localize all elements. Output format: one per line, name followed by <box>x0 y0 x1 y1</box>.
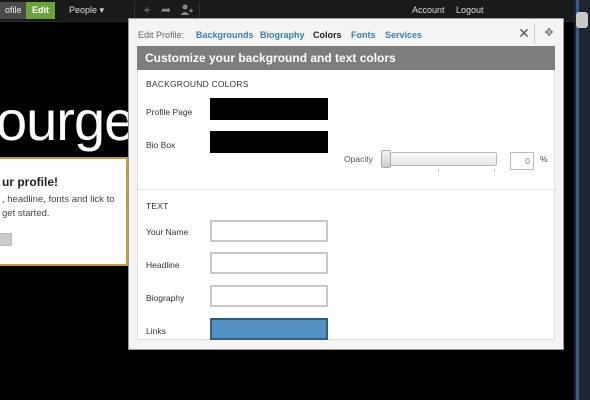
biography-label: Biography <box>146 293 185 303</box>
opacity-input[interactable]: 0 <box>510 152 534 170</box>
colors-panel: BACKGROUND COLORS Profile Page Bio Box O… <box>137 70 556 340</box>
tab-backgrounds[interactable]: Backgrounds <box>196 30 254 40</box>
move-icon[interactable]: ✥ <box>543 27 555 39</box>
callout-text: , headline, fonts and lick to get starte… <box>2 194 115 219</box>
add-user-icon[interactable] <box>179 3 193 17</box>
profile-page-color-swatch[interactable] <box>210 98 328 120</box>
bio-box-color-swatch[interactable] <box>210 131 328 153</box>
share-arrow-icon[interactable]: ➦ <box>159 3 173 17</box>
account-link[interactable]: Account <box>412 5 445 15</box>
text-heading: TEXT <box>146 201 169 211</box>
links-color-swatch[interactable] <box>210 318 328 340</box>
background-colors-heading: BACKGROUND COLORS <box>146 79 249 89</box>
logout-link[interactable]: Logout <box>456 5 484 15</box>
page-root: ofile Edit People ▾ + ➦ Account Logout o… <box>0 0 590 400</box>
plus-icon[interactable]: + <box>140 3 154 17</box>
callout-title: ur profile! <box>2 175 58 189</box>
slider-tick <box>438 169 439 172</box>
people-menu[interactable]: People ▾ <box>69 5 104 16</box>
edit-button[interactable]: Edit <box>26 2 55 19</box>
biography-color-swatch[interactable] <box>210 285 328 307</box>
callout-button[interactable] <box>0 233 12 246</box>
modal-tab-bar: Edit Profile: Backgrounds Biography Colo… <box>129 19 563 47</box>
headline-label: Headline <box>146 260 180 270</box>
bio-box-label: Bio Box <box>146 140 176 150</box>
opacity-label: Opacity <box>344 154 373 164</box>
your-name-color-swatch[interactable] <box>210 220 328 242</box>
tab-services[interactable]: Services <box>385 30 422 40</box>
slider-tick <box>494 169 495 172</box>
opacity-slider-handle[interactable] <box>381 150 391 168</box>
profile-headline: ourge <box>0 89 135 152</box>
modal-banner: Customize your background and text color… <box>137 46 555 70</box>
profile-nav-button[interactable]: ofile <box>0 2 27 19</box>
profile-page-label: Profile Page <box>146 107 193 117</box>
edit-profile-label: Edit Profile: <box>138 30 185 40</box>
headline-color-swatch[interactable] <box>210 252 328 274</box>
tab-colors[interactable]: Colors <box>313 30 342 40</box>
section-divider <box>138 189 556 190</box>
percent-sign: % <box>540 154 548 164</box>
getting-started-callout: ur profile! , headline, fonts and lick t… <box>0 157 128 266</box>
close-icon[interactable]: ✕ <box>518 26 530 40</box>
links-label: Links <box>146 326 166 336</box>
scrollbar-track[interactable] <box>576 0 579 400</box>
tab-fonts[interactable]: Fonts <box>351 30 376 40</box>
tab-biography[interactable]: Biography <box>260 30 305 40</box>
tab-bar-divider <box>534 23 535 43</box>
your-name-label: Your Name <box>146 227 189 237</box>
scrollbar-thumb[interactable] <box>576 12 588 28</box>
edit-profile-modal: Edit Profile: Backgrounds Biography Colo… <box>128 18 564 350</box>
opacity-slider-track[interactable] <box>382 152 497 166</box>
